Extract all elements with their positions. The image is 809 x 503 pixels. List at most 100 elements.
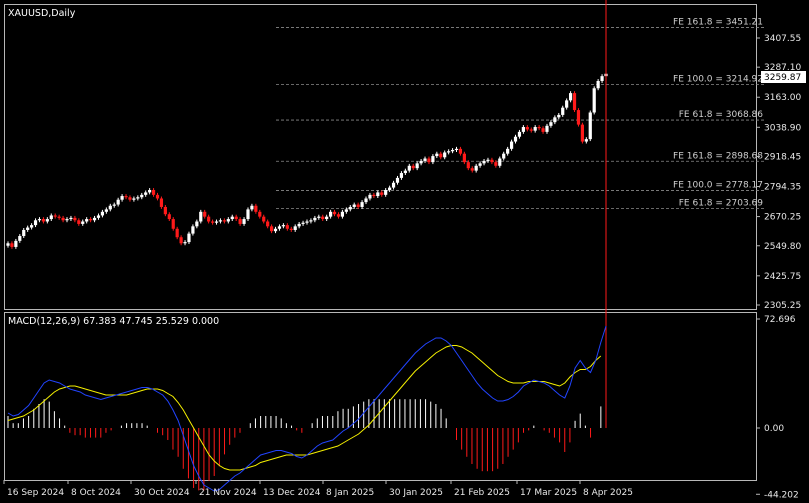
candle-body <box>155 194 160 199</box>
candle-body <box>61 217 65 221</box>
candle-body <box>439 153 443 158</box>
candle-body <box>10 243 14 247</box>
macd-tick-label: 72.696 <box>764 315 796 325</box>
candle-body <box>222 220 226 222</box>
fib-label: FE 61.8 = 3068.86 <box>679 110 764 120</box>
candle-body <box>18 236 22 241</box>
candle-body <box>258 211 262 217</box>
candle-body <box>474 165 478 171</box>
candle-body <box>415 163 419 169</box>
candle-body <box>242 219 246 224</box>
time-axis: 16 Sep 2024 8 Oct 2024 30 Oct 2024 21 Nov 2… <box>3 480 633 498</box>
price-tick-label: 2794.35 <box>764 183 801 193</box>
candles <box>6 71 608 249</box>
candle-body <box>553 117 557 123</box>
candle-body <box>584 139 588 142</box>
price-tick-label: 2305.25 <box>764 301 801 311</box>
candle-body <box>502 153 506 159</box>
candle-body <box>293 226 297 230</box>
candle-body <box>399 173 404 178</box>
candle-body <box>301 222 305 224</box>
candle-body <box>116 199 120 205</box>
price-tick-label: 2918.45 <box>764 152 801 162</box>
candle-body <box>230 216 234 220</box>
fib-label: FE 100.0 = 2778.17 <box>673 180 763 190</box>
candle-body <box>100 211 105 216</box>
candle-body <box>187 233 191 243</box>
price-chart[interactable]: XAUUSD,Daily MACD(12,26,9) 67.383 47.745… <box>0 0 809 503</box>
candle-body <box>26 227 30 230</box>
candle-body <box>45 219 49 222</box>
candle-body <box>525 127 529 130</box>
candle-body <box>545 125 549 132</box>
candle-body <box>65 219 69 221</box>
candle-body <box>89 219 93 221</box>
candle-body <box>218 220 223 222</box>
time-tick-label: 17 Mar 2025 <box>520 488 577 498</box>
candle-body <box>317 216 321 218</box>
candle-body <box>411 165 415 169</box>
fib-label: FE 100.0 = 3214.92 <box>673 75 763 85</box>
candle-body <box>462 153 466 163</box>
candle-body <box>132 198 136 200</box>
candle-body <box>443 152 447 158</box>
candle-body <box>6 243 10 246</box>
candle-body <box>140 194 144 198</box>
candle-body <box>470 168 474 171</box>
candle-body <box>348 206 352 210</box>
candle-body <box>356 204 360 207</box>
candle-body <box>466 162 470 169</box>
candle-body <box>175 228 179 238</box>
candle-body <box>246 209 250 220</box>
candle-body <box>478 163 482 166</box>
candle-body <box>435 153 439 157</box>
candle-body <box>391 182 396 188</box>
candle-body <box>81 221 85 224</box>
candle-body <box>85 219 89 222</box>
candle-body <box>120 196 124 200</box>
candle-body <box>250 205 254 210</box>
candle-body <box>600 76 604 82</box>
candle-body <box>372 194 376 197</box>
candle-body <box>273 228 278 232</box>
candle-body <box>561 107 565 115</box>
macd-tick-label: 0.00 <box>764 424 784 434</box>
candle-body <box>332 211 337 215</box>
candle-body <box>195 221 199 227</box>
candle-body <box>269 226 274 232</box>
candle-body <box>234 216 238 220</box>
time-tick-label: 30 Jan 2025 <box>389 488 443 498</box>
candle-body <box>191 226 195 234</box>
candle-body <box>254 205 258 212</box>
macd-label: MACD(12,26,9) 67.383 47.745 25.529 0.000 <box>8 316 219 327</box>
candle-body <box>506 148 510 154</box>
candle-body <box>207 216 211 222</box>
candle-body <box>403 170 407 174</box>
candle-body <box>541 128 545 132</box>
time-tick-label: 13 Dec 2024 <box>263 488 321 498</box>
candle-body <box>266 221 270 227</box>
candle-body <box>136 197 140 199</box>
candle-body <box>427 158 431 163</box>
candle-body <box>407 165 411 171</box>
candle-body <box>486 159 490 161</box>
candle-body <box>537 127 541 129</box>
candle-body <box>14 240 18 247</box>
candle-body <box>73 217 77 221</box>
candle-body <box>297 223 301 227</box>
candle-body <box>336 214 341 217</box>
candle-body <box>498 158 502 166</box>
time-tick-label: 8 Jan 2025 <box>326 488 374 498</box>
candle-body <box>490 159 494 163</box>
candle-body <box>104 209 108 212</box>
candle-body <box>163 206 167 215</box>
candle-body <box>423 158 427 161</box>
macd-panel <box>4 312 757 481</box>
candle-body <box>521 127 525 132</box>
candle-body <box>108 205 112 210</box>
fibonacci-levels: FE 161.8 = 3451.21 FE 100.0 = 3214.92 FE 6… <box>276 17 765 209</box>
candle-body <box>179 237 183 244</box>
candle-body <box>395 177 400 183</box>
window-title: XAUUSD,Daily <box>8 8 76 19</box>
time-tick-label: 8 Apr 2025 <box>583 488 633 498</box>
